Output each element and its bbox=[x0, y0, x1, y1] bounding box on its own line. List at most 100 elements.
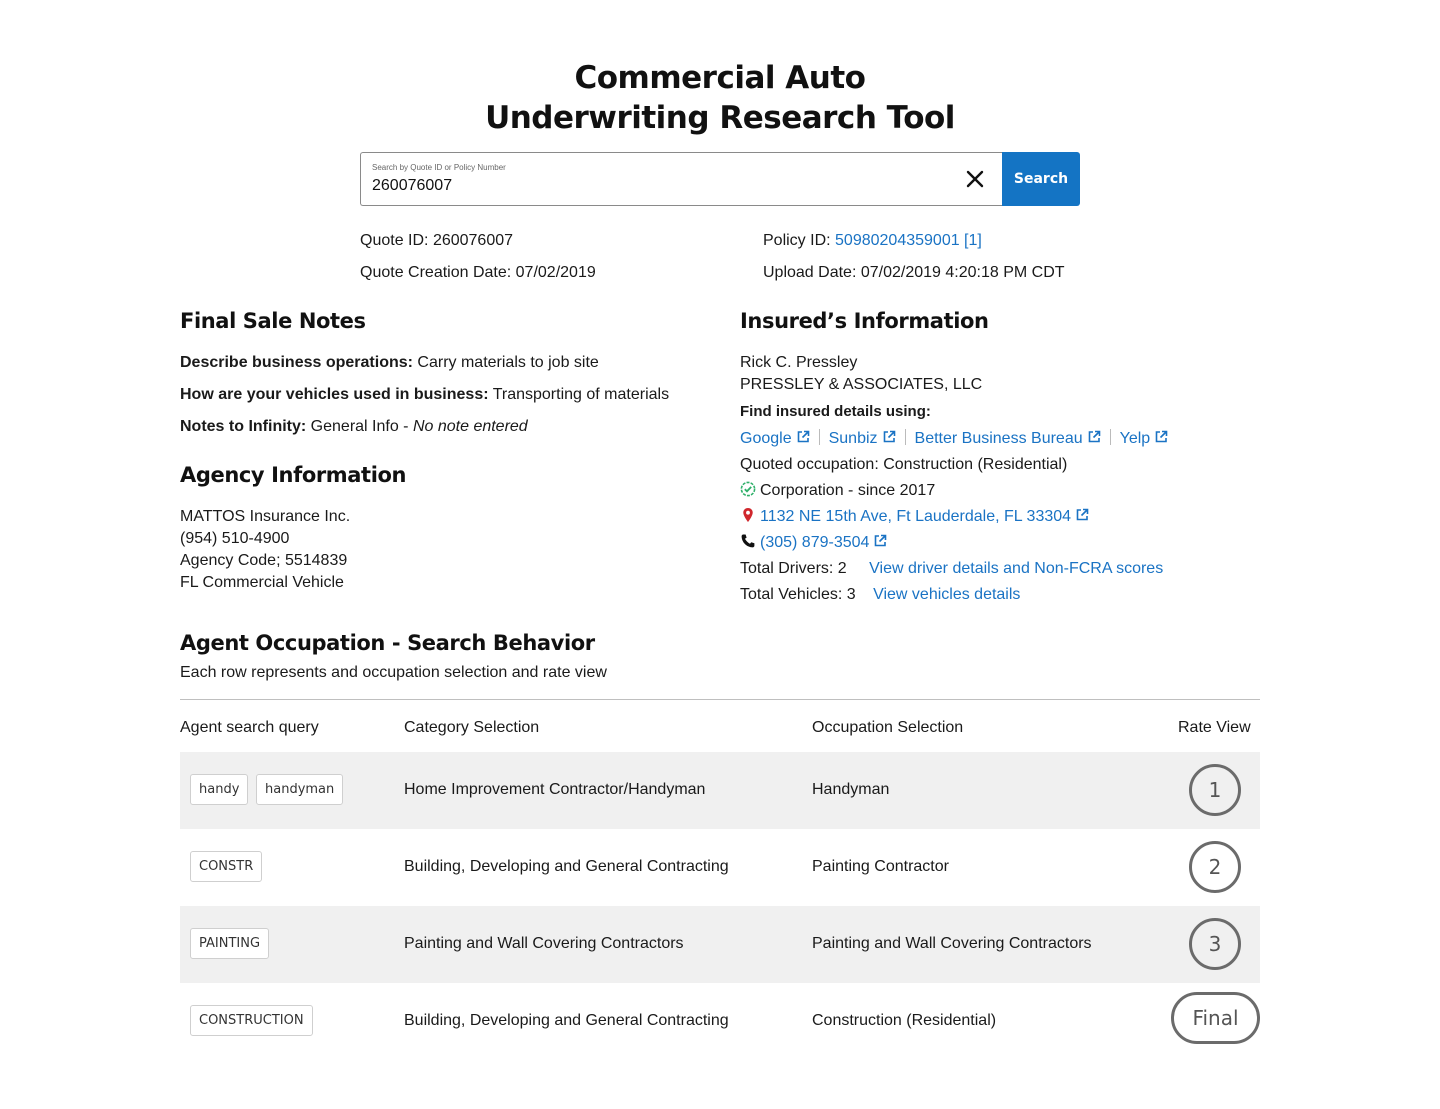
column-header-category: Category Selection bbox=[404, 719, 540, 736]
sunbiz-link-label: Sunbiz bbox=[828, 430, 878, 447]
yelp-link[interactable]: Yelp bbox=[1120, 430, 1169, 447]
creation-value: 07/02/2019 bbox=[515, 264, 596, 281]
q3-note: No note entered bbox=[412, 418, 528, 435]
query-chip[interactable]: handy bbox=[190, 774, 249, 805]
search-label: Search by Quote ID or Policy Number bbox=[372, 163, 506, 172]
category-cell: Building, Developing and General Contrac… bbox=[404, 858, 729, 875]
external-link-icon bbox=[1076, 508, 1089, 521]
vehicle-usage: How are your vehicles used in business: … bbox=[180, 385, 669, 405]
phone-text: (305) 879-3504 bbox=[760, 534, 870, 551]
category-cell: Painting and Wall Covering Contractors bbox=[404, 935, 684, 952]
table-row: PAINTING Painting and Wall Covering Cont… bbox=[180, 906, 1260, 983]
search-bar: Search by Quote ID or Policy Number Sear… bbox=[360, 152, 1080, 206]
insured-heading: Insured’s Information bbox=[740, 309, 989, 333]
divider bbox=[1109, 429, 1111, 445]
bbb-link[interactable]: Better Business Bureau bbox=[915, 430, 1101, 447]
creation-label: Quote Creation Date: bbox=[360, 264, 512, 281]
address-link[interactable]: 1132 NE 15th Ave, Ft Lauderdale, FL 3330… bbox=[760, 508, 1089, 525]
occupation-cell: Painting and Wall Covering Contractors bbox=[812, 935, 1092, 952]
agency-phone: (954) 510-4900 bbox=[180, 530, 290, 547]
phone-row: (305) 879-3504 bbox=[740, 533, 887, 553]
table-row: CONSTR Building, Developing and General … bbox=[180, 829, 1260, 906]
page-title-line2: Underwriting Research Tool bbox=[485, 100, 955, 136]
quote-id-label: Quote ID: bbox=[360, 232, 429, 249]
query-chip[interactable]: CONSTR bbox=[190, 851, 263, 882]
business-operations: Describe business operations: Carry mate… bbox=[180, 353, 599, 373]
external-link-icon bbox=[797, 430, 809, 443]
entity-text: Corporation - since 2017 bbox=[760, 482, 936, 499]
final-rate-view-button[interactable]: Final bbox=[1171, 992, 1260, 1044]
agency-code: Agency Code; 5514839 bbox=[180, 552, 348, 569]
quote-id-value: 260076007 bbox=[432, 232, 514, 249]
table-row: handy handyman Home Improvement Contract… bbox=[180, 752, 1260, 829]
query-chip[interactable]: PAINTING bbox=[190, 928, 270, 959]
quote-id: Quote ID: 260076007 bbox=[360, 231, 513, 251]
column-header-rate: Rate View bbox=[1178, 719, 1251, 736]
q1-value: Carry materials to job site bbox=[417, 354, 599, 371]
google-link-label: Google bbox=[740, 430, 792, 447]
upload-label: Upload Date: bbox=[763, 264, 857, 281]
find-details-label: Find insured details using: bbox=[740, 403, 931, 420]
policy-id-label: Policy ID: bbox=[763, 232, 831, 249]
phone-icon bbox=[741, 534, 755, 548]
q2-value: Transporting of materials bbox=[492, 386, 670, 403]
vehicles-label: Total Vehicles: 3 bbox=[740, 586, 856, 603]
rate-view-button[interactable]: 1 bbox=[1189, 764, 1241, 816]
insured-company: PRESSLEY & ASSOCIATES, LLC bbox=[740, 376, 983, 393]
search-field[interactable]: Search by Quote ID or Policy Number bbox=[360, 152, 1002, 206]
phone-link[interactable]: (305) 879-3504 bbox=[760, 534, 887, 551]
external-link-icon bbox=[875, 534, 887, 547]
policy-id-link[interactable]: 50980204359001 [1] bbox=[835, 232, 982, 249]
table-row: CONSTRUCTION Building, Developing and Ge… bbox=[180, 983, 1260, 1060]
agency-name: MATTOS Insurance Inc. bbox=[180, 508, 351, 525]
upload-value: 07/02/2019 4:20:18 PM CDT bbox=[860, 264, 1065, 281]
lookup-links: Google Sunbiz Better Business Bureau Yelp bbox=[740, 429, 1168, 449]
query-chip[interactable]: CONSTRUCTION bbox=[190, 1005, 313, 1036]
agency-product: FL Commercial Vehicle bbox=[180, 574, 344, 591]
column-header-occupation: Occupation Selection bbox=[812, 719, 964, 736]
q2-label: How are your vehicles used in business: bbox=[180, 386, 489, 403]
q3-label: Notes to Infinity: bbox=[180, 418, 307, 435]
driver-details-link[interactable]: View driver details and Non-FCRA scores bbox=[869, 560, 1163, 577]
yelp-link-label: Yelp bbox=[1119, 430, 1151, 447]
external-link-icon bbox=[1155, 430, 1168, 443]
behavior-heading: Agent Occupation - Search Behavior bbox=[180, 631, 595, 655]
category-cell: Building, Developing and General Contrac… bbox=[404, 1012, 729, 1029]
quoted-occupation: Quoted occupation: Construction (Residen… bbox=[740, 456, 1068, 473]
q3-value: General Info - bbox=[310, 418, 413, 435]
address-text: 1132 NE 15th Ave, Ft Lauderdale, FL 3330… bbox=[760, 508, 1072, 525]
policy-id: Policy ID: 50980204359001 [1] bbox=[763, 231, 982, 251]
entity-status: Corporation - since 2017 bbox=[740, 481, 935, 501]
sunbiz-link[interactable]: Sunbiz bbox=[829, 430, 896, 447]
notes-to-infinity: Notes to Infinity: General Info - No not… bbox=[180, 417, 528, 437]
vehicles-row: Total Vehicles: 3 View vehicles details bbox=[740, 585, 1020, 605]
category-cell: Home Improvement Contractor/Handyman bbox=[404, 781, 706, 798]
column-header-query: Agent search query bbox=[180, 719, 319, 736]
occupation-cell: Handyman bbox=[812, 781, 890, 798]
drivers-row: Total Drivers: 2 View driver details and… bbox=[740, 559, 1163, 579]
divider bbox=[818, 429, 820, 445]
rate-view-button[interactable]: 3 bbox=[1189, 918, 1241, 970]
rate-view-button[interactable]: 2 bbox=[1189, 841, 1241, 893]
quote-creation-date: Quote Creation Date: 07/02/2019 bbox=[360, 263, 596, 283]
divider bbox=[904, 429, 906, 445]
address-row: 1132 NE 15th Ave, Ft Lauderdale, FL 3330… bbox=[740, 507, 1089, 527]
bbb-link-label: Better Business Bureau bbox=[914, 430, 1083, 447]
google-link[interactable]: Google bbox=[740, 430, 810, 447]
vehicle-details-link[interactable]: View vehicles details bbox=[873, 586, 1020, 603]
drivers-label: Total Drivers: 2 bbox=[740, 560, 847, 577]
q1-label: Describe business operations: bbox=[180, 354, 413, 371]
search-button[interactable]: Search bbox=[1002, 152, 1080, 206]
insured-person: Rick C. Pressley bbox=[740, 354, 858, 371]
occupation-cell: Construction (Residential) bbox=[812, 1012, 997, 1029]
search-input[interactable] bbox=[372, 177, 932, 195]
divider bbox=[180, 699, 1260, 700]
external-link-icon bbox=[883, 430, 895, 443]
clear-icon[interactable] bbox=[962, 166, 988, 192]
page-title-line1: Commercial Auto bbox=[574, 60, 866, 96]
query-chip[interactable]: handyman bbox=[256, 774, 344, 805]
verified-badge-icon bbox=[740, 481, 756, 497]
page-title: Commercial Auto Underwriting Research To… bbox=[0, 58, 1440, 138]
map-pin-icon bbox=[743, 508, 753, 522]
occupation-cell: Painting Contractor bbox=[812, 858, 949, 875]
